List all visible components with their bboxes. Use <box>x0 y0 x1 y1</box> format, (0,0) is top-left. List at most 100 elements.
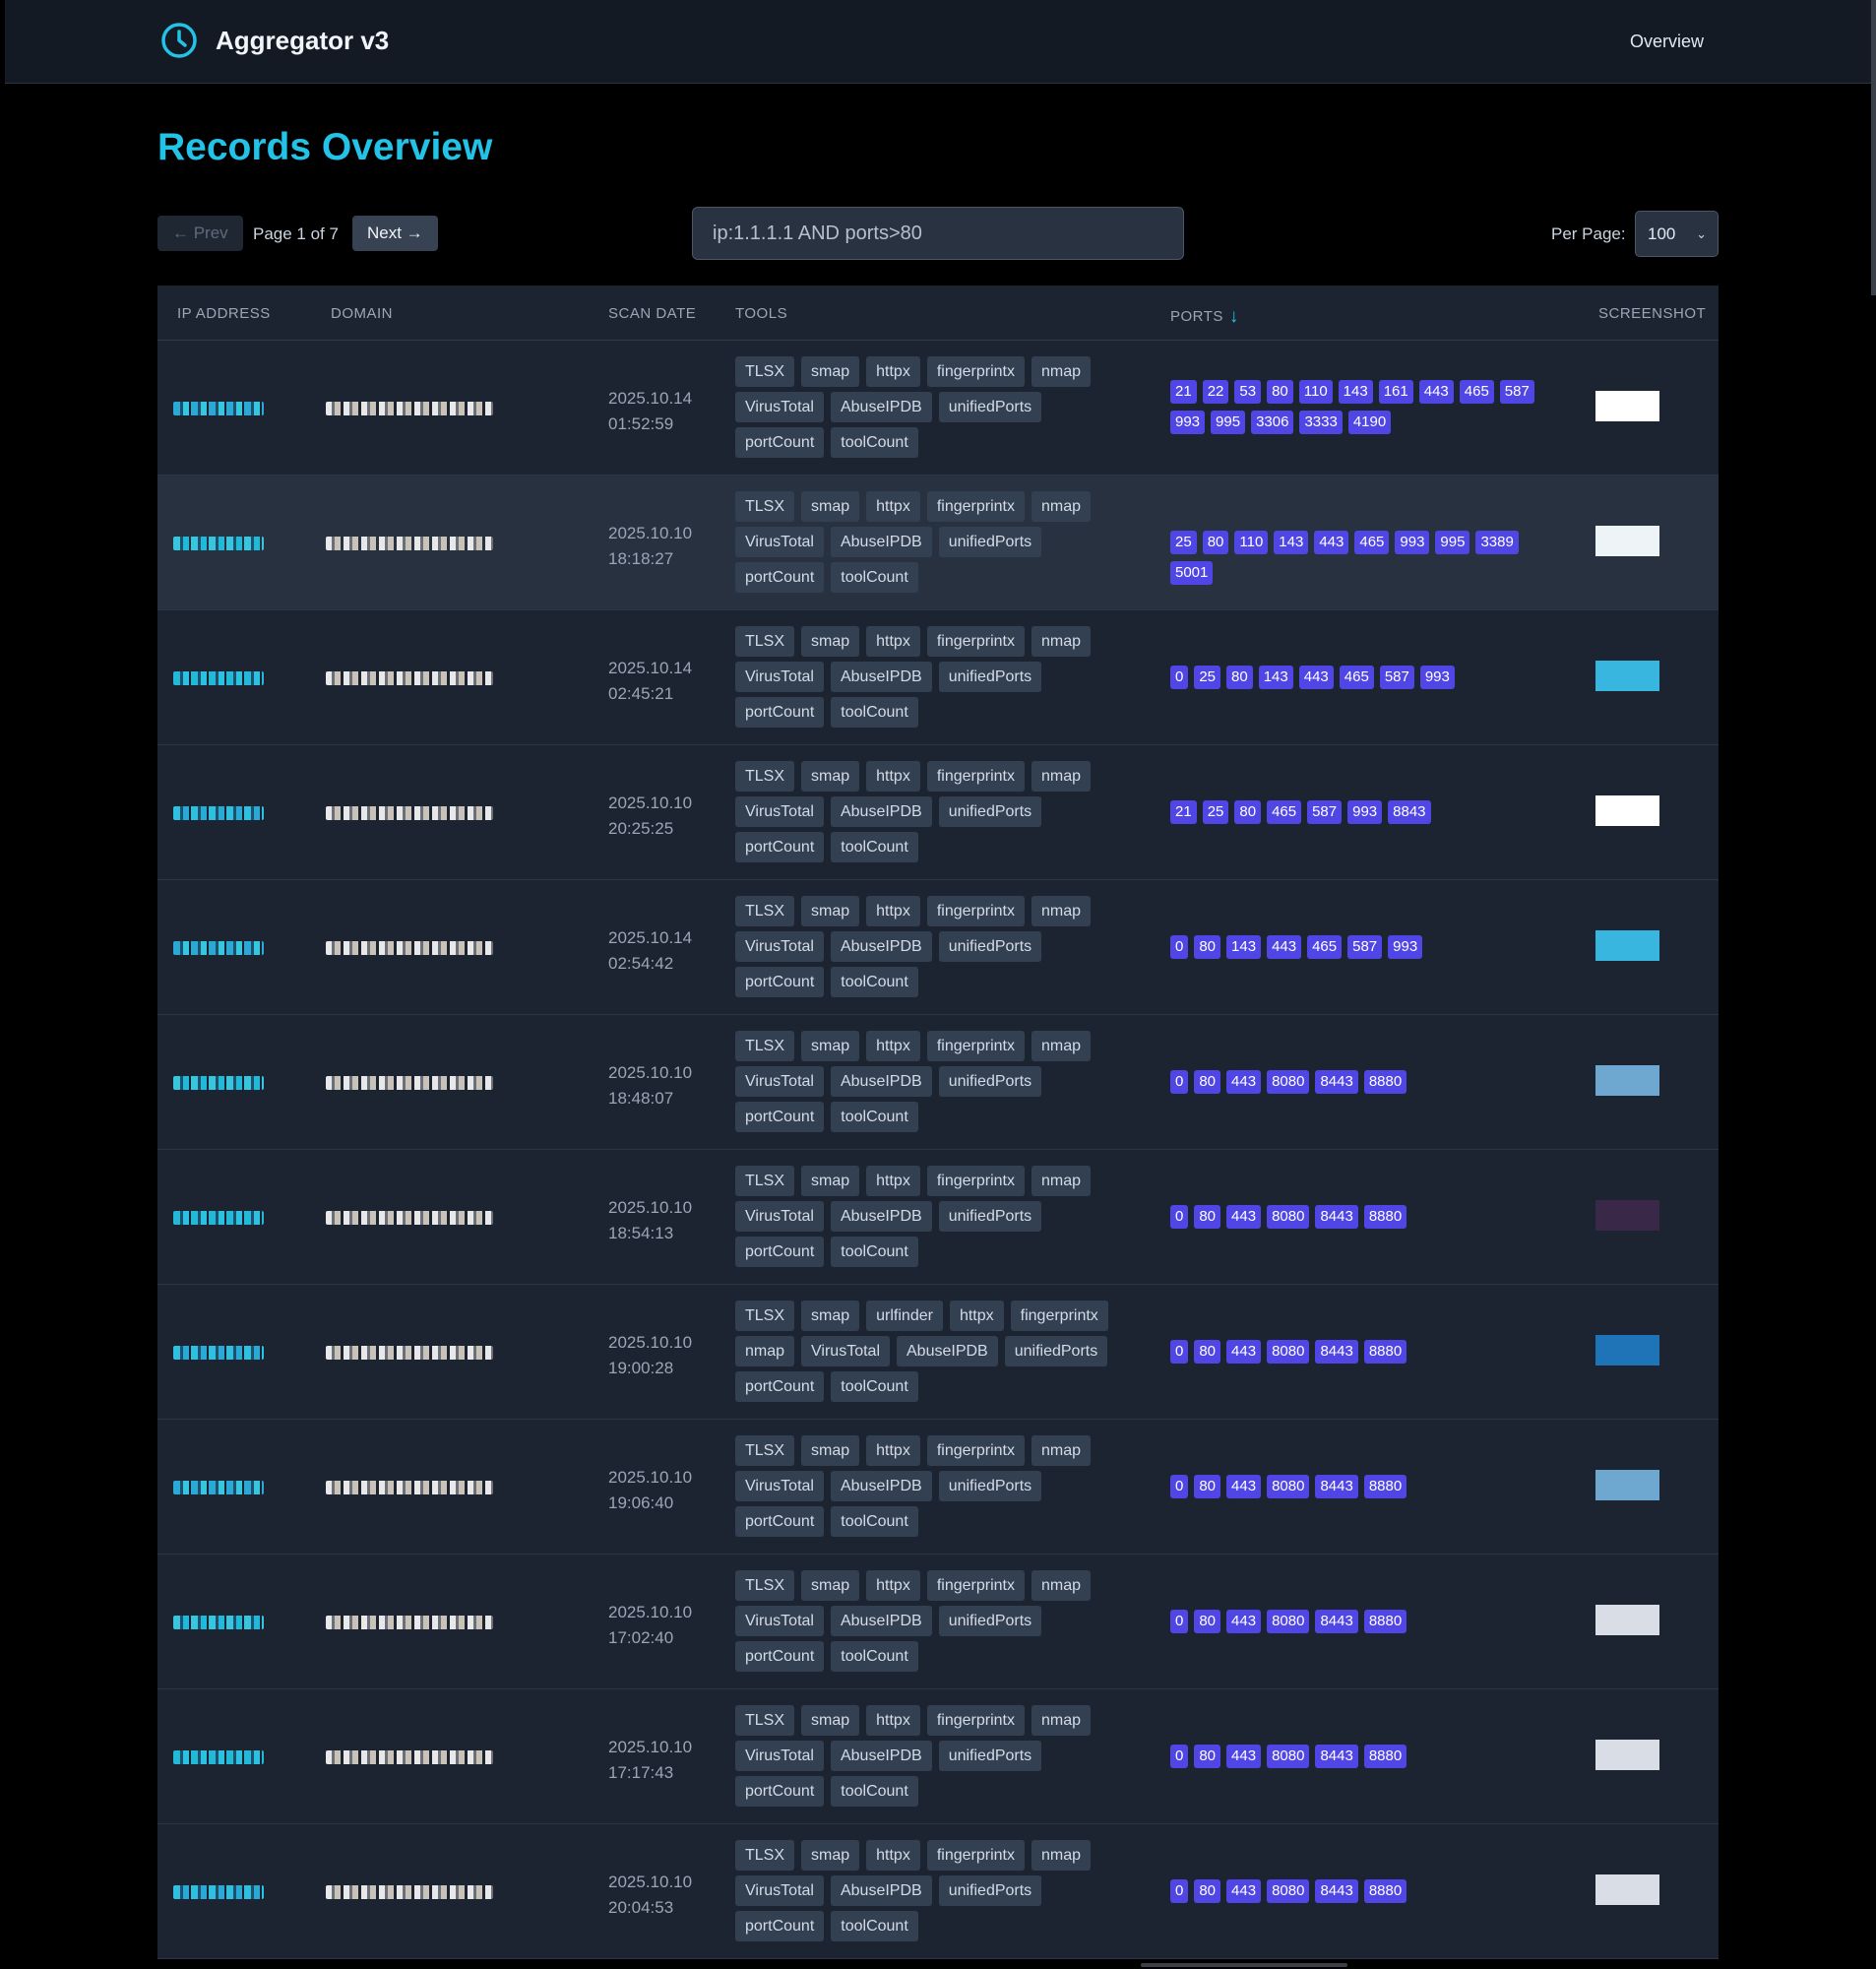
tool-badge[interactable]: unifiedPorts <box>938 1875 1042 1906</box>
tool-badge[interactable]: smap <box>801 1166 860 1196</box>
tool-badge[interactable]: AbuseIPDB <box>830 662 932 692</box>
screenshot-thumbnail[interactable] <box>1595 391 1659 421</box>
port-badge[interactable]: 443 <box>1267 935 1302 959</box>
tool-badge[interactable]: portCount <box>735 1506 825 1537</box>
port-badge[interactable]: 993 <box>1395 531 1430 554</box>
tool-badge[interactable]: nmap <box>1031 491 1092 522</box>
vertical-scrollbar[interactable] <box>1871 0 1876 295</box>
tool-badge[interactable]: portCount <box>735 967 825 997</box>
tool-badge[interactable]: TLSX <box>735 1840 795 1871</box>
tool-badge[interactable]: httpx <box>866 626 920 657</box>
tool-badge[interactable]: httpx <box>866 1840 920 1871</box>
port-badge[interactable]: 8080 <box>1267 1879 1310 1903</box>
port-badge[interactable]: 0 <box>1170 1475 1189 1498</box>
port-badge[interactable]: 80 <box>1194 1070 1221 1094</box>
domain-redacted[interactable] <box>326 537 493 550</box>
ip-address-redacted[interactable] <box>173 671 264 685</box>
port-badge[interactable]: 443 <box>1226 1070 1262 1094</box>
port-badge[interactable]: 0 <box>1170 666 1189 689</box>
tool-badge[interactable]: fingerprintx <box>926 626 1025 657</box>
tool-badge[interactable]: smap <box>801 626 860 657</box>
tool-badge[interactable]: portCount <box>735 697 825 728</box>
tool-badge[interactable]: nmap <box>1031 1840 1092 1871</box>
port-badge[interactable]: 80 <box>1194 1475 1221 1498</box>
port-badge[interactable]: 587 <box>1499 380 1534 404</box>
domain-redacted[interactable] <box>326 1481 493 1494</box>
screenshot-thumbnail[interactable] <box>1595 1470 1659 1500</box>
port-badge[interactable]: 8080 <box>1267 1610 1310 1633</box>
tool-badge[interactable]: fingerprintx <box>926 1705 1025 1736</box>
per-page-select[interactable]: 100 ⌄ <box>1635 211 1719 257</box>
tool-badge[interactable]: toolCount <box>831 1776 918 1807</box>
port-badge[interactable]: 8880 <box>1363 1205 1407 1229</box>
port-badge[interactable]: 8443 <box>1315 1070 1358 1094</box>
tool-badge[interactable]: httpx <box>866 1435 920 1466</box>
port-badge[interactable]: 22 <box>1202 380 1229 404</box>
tool-badge[interactable]: toolCount <box>831 1506 918 1537</box>
tool-badge[interactable]: toolCount <box>831 967 918 997</box>
port-badge[interactable]: 443 <box>1226 1475 1262 1498</box>
tool-badge[interactable]: toolCount <box>831 427 918 458</box>
port-badge[interactable]: 80 <box>1194 1879 1221 1903</box>
tool-badge[interactable]: nmap <box>1031 896 1092 926</box>
tool-badge[interactable]: TLSX <box>735 356 795 387</box>
tool-badge[interactable]: TLSX <box>735 896 795 926</box>
port-badge[interactable]: 443 <box>1314 531 1349 554</box>
table-row[interactable]: 2025.10.10 17:17:43 TLSX smap httpx fingerpri… <box>157 1689 1719 1824</box>
port-badge[interactable]: 995 <box>1435 531 1470 554</box>
port-badge[interactable]: 8880 <box>1363 1070 1407 1094</box>
port-badge[interactable]: 993 <box>1347 800 1383 824</box>
port-badge[interactable]: 443 <box>1298 666 1334 689</box>
port-badge[interactable]: 0 <box>1170 1745 1189 1768</box>
column-header-ports[interactable]: PORTS ↓ <box>1170 305 1239 327</box>
tool-badge[interactable]: fingerprintx <box>926 896 1025 926</box>
port-badge[interactable]: 21 <box>1170 800 1197 824</box>
table-row[interactable]: 2025.10.10 18:18:27 TLSX smap httpx fingerpri… <box>157 476 1719 610</box>
tool-badge[interactable]: AbuseIPDB <box>830 1201 932 1232</box>
tool-badge[interactable]: AbuseIPDB <box>830 931 932 962</box>
domain-redacted[interactable] <box>326 1885 493 1899</box>
column-header-scan-date[interactable]: SCAN DATE <box>608 305 696 322</box>
port-badge[interactable]: 8080 <box>1267 1475 1310 1498</box>
tool-badge[interactable]: fingerprintx <box>926 491 1025 522</box>
tool-badge[interactable]: fingerprintx <box>1010 1301 1108 1331</box>
horizontal-scrollbar[interactable] <box>1141 1963 1347 1967</box>
tool-badge[interactable]: toolCount <box>831 832 918 862</box>
tool-badge[interactable]: unifiedPorts <box>938 1201 1042 1232</box>
tool-badge[interactable]: VirusTotal <box>735 796 824 827</box>
tool-badge[interactable]: fingerprintx <box>926 1166 1025 1196</box>
tool-badge[interactable]: TLSX <box>735 1570 795 1601</box>
tool-badge[interactable]: smap <box>801 1031 860 1061</box>
tool-badge[interactable]: TLSX <box>735 1301 795 1331</box>
tool-badge[interactable]: VirusTotal <box>801 1336 890 1366</box>
tool-badge[interactable]: VirusTotal <box>735 1201 824 1232</box>
port-badge[interactable]: 8443 <box>1315 1205 1358 1229</box>
port-badge[interactable]: 8443 <box>1315 1879 1358 1903</box>
port-badge[interactable]: 8880 <box>1363 1745 1407 1768</box>
ip-address-redacted[interactable] <box>173 537 264 550</box>
port-badge[interactable]: 8443 <box>1315 1745 1358 1768</box>
domain-redacted[interactable] <box>326 806 493 820</box>
tool-badge[interactable]: httpx <box>866 1570 920 1601</box>
tool-badge[interactable]: httpx <box>866 1031 920 1061</box>
tool-badge[interactable]: portCount <box>735 1911 825 1941</box>
tool-badge[interactable]: unifiedPorts <box>938 1471 1042 1501</box>
port-badge[interactable]: 0 <box>1170 1340 1189 1364</box>
port-badge[interactable]: 8880 <box>1363 1879 1407 1903</box>
tool-badge[interactable]: toolCount <box>831 1911 918 1941</box>
port-badge[interactable]: 587 <box>1307 800 1343 824</box>
tool-badge[interactable]: smap <box>801 491 860 522</box>
tool-badge[interactable]: portCount <box>735 1237 825 1267</box>
port-badge[interactable]: 110 <box>1234 531 1269 554</box>
tool-badge[interactable]: portCount <box>735 1371 825 1402</box>
tool-badge[interactable]: nmap <box>1031 356 1092 387</box>
tool-badge[interactable]: unifiedPorts <box>938 662 1042 692</box>
port-badge[interactable]: 8443 <box>1315 1610 1358 1633</box>
port-badge[interactable]: 8080 <box>1267 1070 1310 1094</box>
port-badge[interactable]: 143 <box>1274 531 1309 554</box>
tool-badge[interactable]: nmap <box>1031 1570 1092 1601</box>
port-badge[interactable]: 587 <box>1347 935 1383 959</box>
tool-badge[interactable]: unifiedPorts <box>938 796 1042 827</box>
port-badge[interactable]: 443 <box>1226 1340 1262 1364</box>
port-badge[interactable]: 143 <box>1226 935 1262 959</box>
